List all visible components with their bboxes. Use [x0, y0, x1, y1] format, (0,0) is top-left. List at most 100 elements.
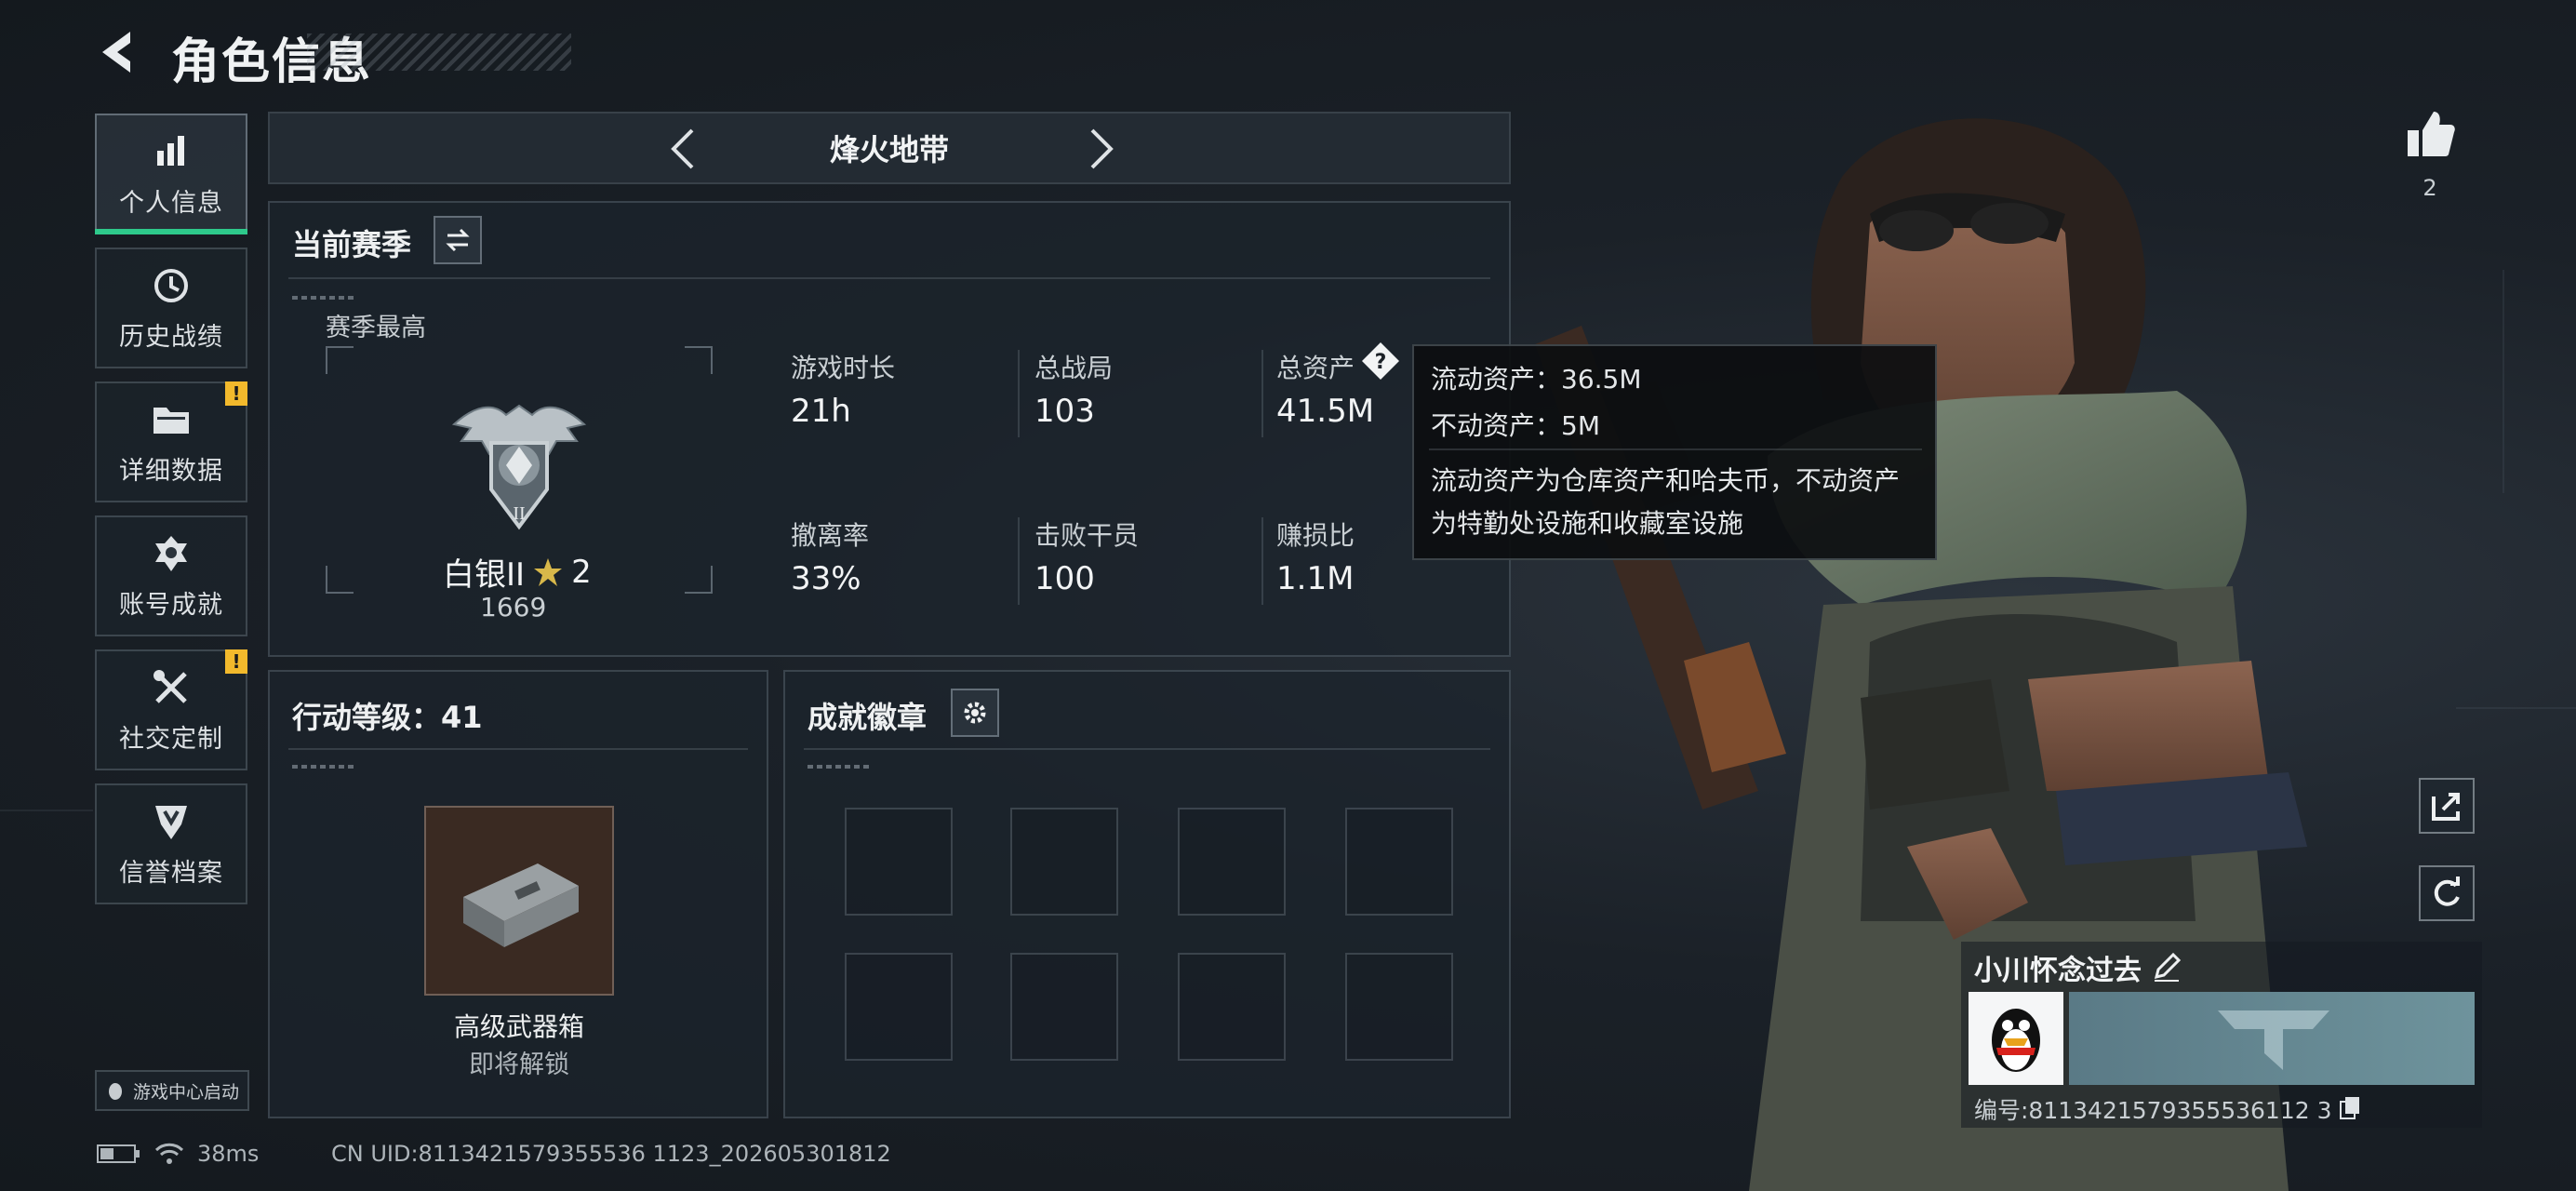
tools-icon [153, 669, 187, 703]
stat-separator [1261, 350, 1263, 437]
player-banner[interactable] [2069, 992, 2475, 1085]
faction-logo-icon [2218, 1010, 2329, 1070]
action-level-title: 行动等级：41 [292, 700, 483, 735]
battery-icon [97, 1144, 140, 1163]
hud-line [0, 810, 93, 811]
sidebar-item-history[interactable]: 历史战绩 [95, 248, 247, 368]
badge-slot[interactable] [845, 808, 953, 916]
folder-icon [153, 407, 189, 434]
thumbs-up-icon[interactable] [2402, 106, 2458, 162]
bar-chart-icon [157, 135, 184, 166]
refresh-icon [2434, 877, 2460, 906]
title-decoration [307, 33, 571, 71]
hud-line [2503, 270, 2504, 493]
stat-value: 41.5M [1276, 393, 1375, 430]
stat-value: 1.1M [1276, 560, 1355, 597]
stat-value: 21h [791, 393, 851, 430]
warning-badge: ! [225, 381, 247, 406]
like-count: 2 [2423, 175, 2437, 201]
achievements-settings-button[interactable] [951, 689, 999, 737]
sidebar-item-label: 信誉档案 [119, 858, 223, 888]
stat-separator [1018, 350, 1020, 437]
divider [804, 748, 1490, 750]
penguin-icon [108, 1083, 122, 1100]
assets-tooltip: 流动资产：36.5M 不动资产：5M 流动资产为仓库资产和哈夫币，不动资产为特勤… [1412, 344, 1937, 560]
qq-penguin-icon [1992, 1009, 2040, 1072]
uid-text: CN UID:8113421579355536 1123_20260530181… [331, 1141, 891, 1167]
sidebar-item-label: 个人信息 [119, 188, 223, 218]
back-arrow-icon[interactable] [93, 26, 145, 78]
rank-name: 白银II [443, 556, 526, 594]
stat-value: 103 [1034, 393, 1095, 430]
chevron-right-icon[interactable] [1075, 125, 1124, 173]
edit-pencil-icon[interactable] [2151, 951, 2182, 983]
warning-badge: ! [225, 649, 247, 674]
decor-dots [808, 765, 873, 769]
season-best-label: 赛季最高 [326, 314, 426, 342]
divider [288, 748, 748, 750]
share-icon [2432, 793, 2460, 821]
shield-emblem-icon [155, 805, 187, 839]
achievements-title: 成就徽章 [808, 700, 928, 735]
season-switch-button[interactable] [434, 216, 482, 264]
tooltip-description: 流动资产为仓库资产和哈夫币，不动资产为特勤处设施和收藏室设施 [1431, 465, 1901, 539]
weapon-crate-icon [463, 863, 579, 947]
sidebar-item-personal-info[interactable]: 个人信息 [95, 114, 247, 234]
player-id: 编号:8113421579355536112 3 [1974, 1097, 2332, 1124]
svg-text:?: ? [1375, 351, 1387, 374]
stat-label: 击败干员 [1034, 520, 1140, 551]
history-clock-icon [154, 268, 188, 302]
rank-line: 白银II 2 [443, 549, 592, 595]
sidebar-item-label: 账号成就 [119, 590, 223, 620]
tooltip-fixed-assets: 不动资产：5M [1431, 410, 1600, 441]
badge-slot[interactable] [1345, 808, 1453, 916]
divider [1429, 448, 1922, 450]
badge-slot[interactable] [1178, 953, 1286, 1061]
medal-icon [155, 535, 187, 571]
stat-label: 总战局 [1034, 353, 1114, 383]
stat-label: 游戏时长 [791, 353, 896, 383]
badge-slot[interactable] [1345, 953, 1453, 1061]
player-avatar[interactable] [1969, 992, 2063, 1085]
decor-dots [292, 765, 357, 769]
reward-status: 即将解锁 [469, 1050, 569, 1079]
stat-label: 总资产 [1276, 353, 1355, 383]
sidebar-item-social[interactable]: 社交定制 ! [95, 649, 247, 770]
reward-name: 高级武器箱 [453, 1011, 584, 1042]
sidebar-item-detailed-data[interactable]: 详细数据 ! [95, 381, 247, 502]
badge-slot[interactable] [1010, 953, 1118, 1061]
sidebar-item-credit[interactable]: 信誉档案 [95, 783, 247, 904]
silver-rank-emblem: II [451, 404, 587, 530]
stat-separator [1018, 517, 1020, 605]
stat-label: 赚损比 [1276, 520, 1355, 551]
refresh-button[interactable] [2419, 865, 2475, 921]
game-center-button[interactable]: 游戏中心启动 [95, 1070, 249, 1111]
sidebar-item-label: 历史战绩 [119, 322, 223, 352]
sidebar-item-label: 社交定制 [119, 724, 223, 754]
share-button[interactable] [2419, 778, 2475, 834]
season-title: 当前赛季 [292, 227, 412, 262]
badge-slot[interactable] [845, 953, 953, 1061]
badge-slot[interactable] [1178, 808, 1286, 916]
rank-score: 1669 [480, 592, 547, 622]
tooltip-liquid-assets: 流动资产：36.5M [1431, 364, 1642, 395]
rank-emblem-numeral: II [513, 503, 525, 524]
player-name: 小川怀念过去 [1974, 955, 2142, 987]
mode-selector: 烽火地带 [268, 112, 1511, 184]
stat-value: 33% [791, 560, 861, 597]
rank-stars: 2 [571, 553, 592, 591]
sidebar-item-achievements[interactable]: 账号成就 [95, 515, 247, 636]
help-icon[interactable]: ? [1360, 341, 1401, 381]
sidebar-item-label: 详细数据 [119, 456, 223, 486]
decor-dots [292, 296, 357, 300]
badge-slot[interactable] [1010, 808, 1118, 916]
stat-separator [1261, 517, 1263, 605]
divider [288, 277, 1490, 279]
reward-item-card[interactable] [424, 806, 614, 996]
gear-icon [964, 702, 986, 724]
hud-line [2456, 707, 2576, 709]
status-bar: 38ms [97, 1141, 259, 1167]
copy-icon[interactable] [2337, 1094, 2363, 1120]
swap-icon [446, 228, 470, 252]
ping-value: 38ms [197, 1141, 260, 1167]
